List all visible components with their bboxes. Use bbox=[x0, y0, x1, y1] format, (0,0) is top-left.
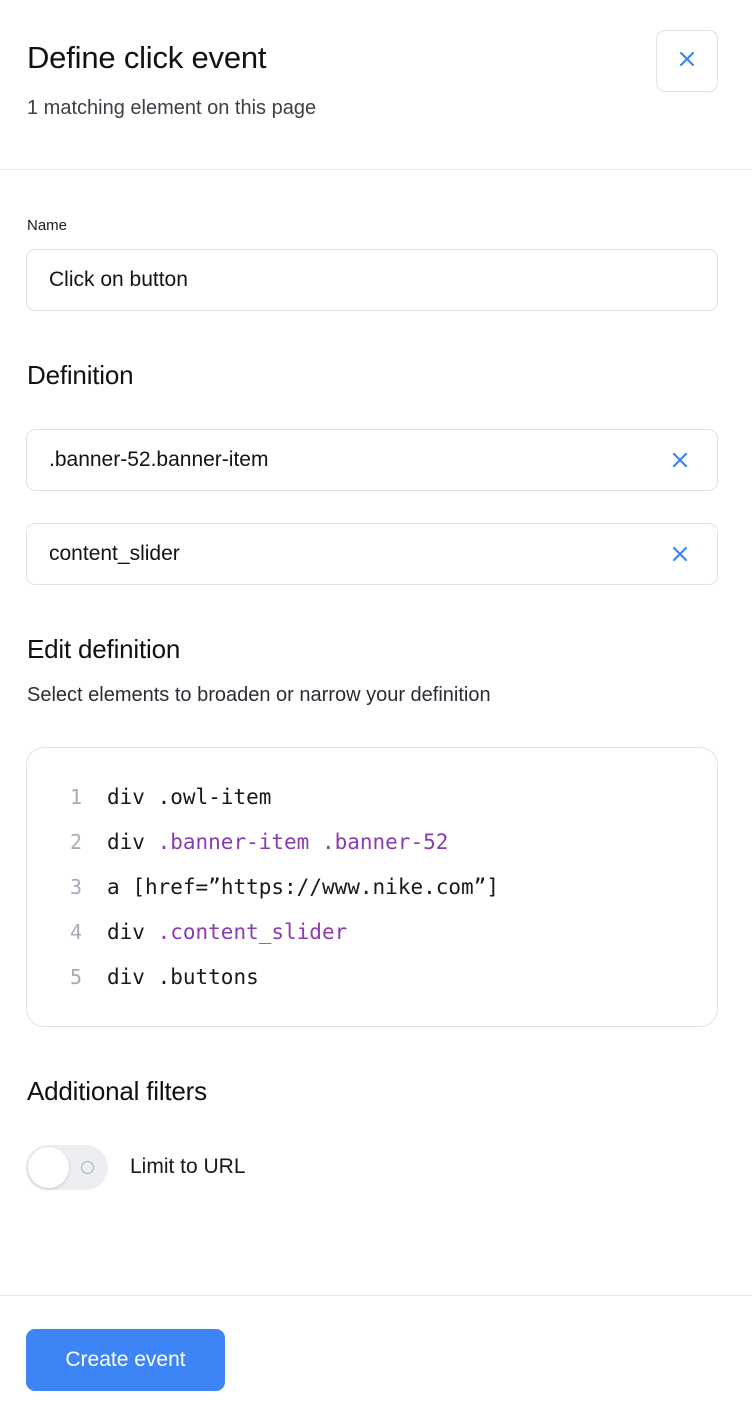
line-number: 2 bbox=[69, 830, 82, 854]
toggle-off-icon bbox=[81, 1161, 94, 1174]
selected-class-token[interactable]: .banner-item .banner-52 bbox=[158, 830, 449, 854]
code-line[interactable]: 5 div .buttons bbox=[27, 962, 259, 992]
remove-selector-button[interactable] bbox=[671, 545, 689, 563]
limit-to-url-label[interactable]: Limit to URL bbox=[130, 1155, 246, 1179]
selector-chip[interactable]: .banner-52.banner-item bbox=[26, 429, 718, 491]
create-event-button[interactable]: Create event bbox=[26, 1329, 225, 1391]
selected-class-token[interactable]: .content_slider bbox=[158, 920, 348, 944]
close-icon bbox=[672, 546, 688, 562]
code-line[interactable]: 1 div .owl-item bbox=[27, 782, 271, 812]
code-line[interactable]: 3 a [href=”https://www.nike.com”] bbox=[27, 872, 499, 902]
line-number: 5 bbox=[69, 965, 82, 989]
code-line[interactable]: 4 div .content_slider bbox=[27, 917, 347, 947]
tag-token[interactable]: div bbox=[107, 920, 145, 944]
close-icon bbox=[678, 50, 696, 73]
panel-header: Define click event 1 matching element on… bbox=[0, 0, 752, 170]
tag-token[interactable]: div bbox=[107, 965, 145, 989]
toggle-knob bbox=[28, 1147, 69, 1188]
attribute-token[interactable]: [href=”https://www.nike.com”] bbox=[132, 875, 499, 899]
remove-selector-button[interactable] bbox=[671, 451, 689, 469]
name-input[interactable]: Click on button bbox=[26, 249, 718, 311]
definition-heading: Definition bbox=[27, 360, 134, 390]
tag-token[interactable]: div bbox=[107, 830, 145, 854]
tag-token[interactable]: div bbox=[107, 785, 145, 809]
close-button[interactable] bbox=[656, 30, 718, 92]
line-number: 3 bbox=[69, 875, 82, 899]
tag-token[interactable]: a bbox=[107, 875, 120, 899]
class-token[interactable]: .buttons bbox=[158, 965, 259, 989]
selector-value: content_slider bbox=[49, 542, 180, 565]
close-icon bbox=[672, 452, 688, 468]
limit-to-url-toggle[interactable] bbox=[26, 1145, 108, 1190]
edit-definition-heading: Edit definition bbox=[27, 634, 181, 664]
additional-filters-heading: Additional filters bbox=[27, 1076, 207, 1106]
match-count-text: 1 matching element on this page bbox=[27, 97, 317, 119]
code-line[interactable]: 2 div .banner-item .banner-52 bbox=[27, 827, 448, 857]
selector-chip[interactable]: content_slider bbox=[26, 523, 718, 585]
class-token[interactable]: .owl-item bbox=[158, 785, 272, 809]
line-number: 4 bbox=[69, 920, 82, 944]
name-input-value[interactable]: Click on button bbox=[49, 268, 188, 292]
page-title: Define click event bbox=[27, 40, 267, 75]
line-number: 1 bbox=[69, 785, 82, 809]
name-label: Name bbox=[27, 217, 68, 234]
selector-value: .banner-52.banner-item bbox=[49, 448, 269, 471]
edit-definition-description: Select elements to broaden or narrow you… bbox=[27, 684, 491, 706]
element-path-viewer: 1 div .owl-item 2 div .banner-item .bann… bbox=[26, 747, 718, 1027]
